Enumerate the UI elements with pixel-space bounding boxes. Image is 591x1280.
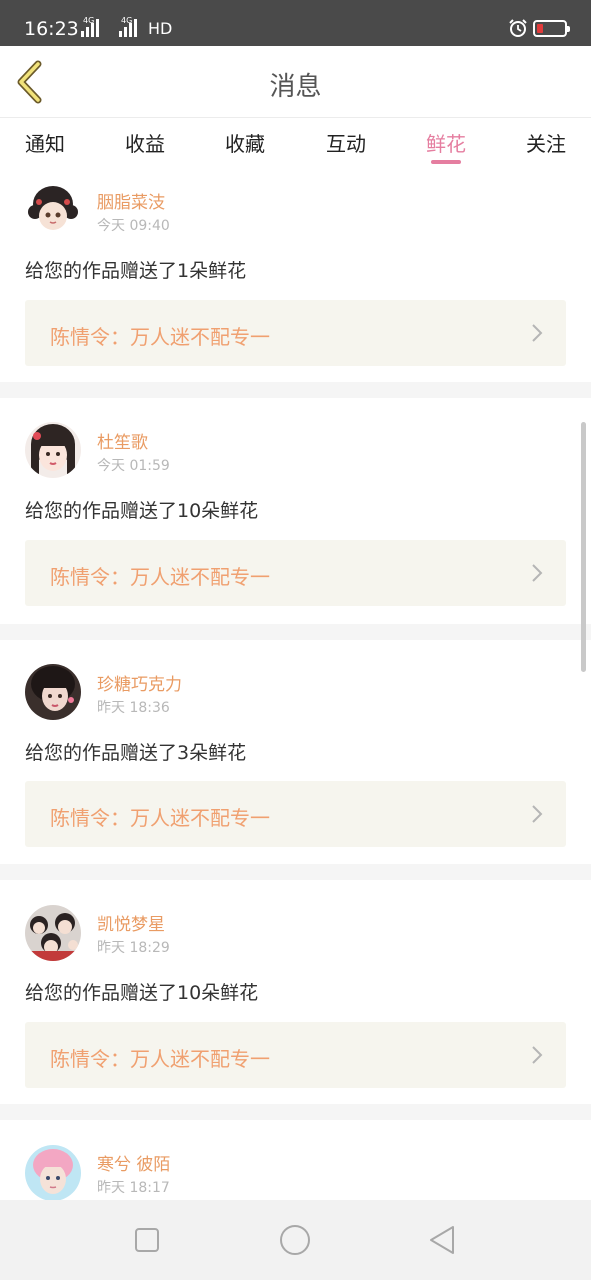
message-text: 给您的作品赠送了3朵鲜花 bbox=[25, 742, 247, 764]
list-item: 胭脂菜汥 今天 09:40 给您的作品赠送了1朵鲜花 陈情令：万人迷不配专一 bbox=[0, 174, 591, 382]
battery-low-icon bbox=[533, 20, 570, 37]
square-icon[interactable] bbox=[131, 1224, 163, 1256]
avatar[interactable] bbox=[25, 422, 81, 478]
circle-icon[interactable] bbox=[279, 1224, 311, 1256]
username[interactable]: 杜笙歌 bbox=[97, 428, 148, 453]
work-title: 陈情令：万人迷不配专一 bbox=[50, 325, 270, 349]
tab-bar: 通知 收益 收藏 互动 鲜花 关注 bbox=[0, 118, 591, 174]
chevron-right-icon bbox=[532, 564, 543, 582]
list-item: 杜笙歌 今天 01:59 给您的作品赠送了10朵鲜花 陈情令：万人迷不配专一 bbox=[0, 398, 591, 624]
username[interactable]: 寒兮 彼陌 bbox=[97, 1150, 170, 1175]
timestamp: 昨天 18:17 bbox=[97, 1180, 170, 1196]
signal-icon-2 bbox=[119, 19, 137, 37]
timestamp: 昨天 18:29 bbox=[97, 940, 170, 956]
timestamp: 昨天 18:36 bbox=[97, 700, 170, 716]
timestamp: 今天 09:40 bbox=[97, 218, 170, 234]
username[interactable]: 凯悦梦星 bbox=[97, 910, 165, 935]
scrollbar[interactable] bbox=[581, 422, 586, 672]
work-link[interactable]: 陈情令：万人迷不配专一 bbox=[25, 300, 566, 366]
header: 消息 bbox=[0, 46, 591, 118]
status-time: 16:23 bbox=[24, 18, 79, 40]
chevron-right-icon bbox=[532, 805, 543, 823]
timestamp: 今天 01:59 bbox=[97, 458, 170, 474]
divider bbox=[0, 1104, 591, 1120]
status-bar: 16:23 4G 4G HD bbox=[0, 0, 591, 46]
chevron-right-icon bbox=[532, 1046, 543, 1064]
signal-icon-1 bbox=[81, 19, 99, 37]
list-item: 凯悦梦星 昨天 18:29 给您的作品赠送了10朵鲜花 陈情令：万人迷不配专一 bbox=[0, 880, 591, 1104]
work-title: 陈情令：万人迷不配专一 bbox=[50, 806, 270, 830]
chevron-right-icon bbox=[532, 324, 543, 342]
hd-indicator: HD bbox=[148, 19, 173, 38]
divider bbox=[0, 382, 591, 398]
avatar[interactable] bbox=[25, 1145, 81, 1200]
message-text: 给您的作品赠送了10朵鲜花 bbox=[25, 500, 259, 522]
avatar[interactable] bbox=[25, 905, 81, 961]
tab-favorites[interactable]: 收藏 bbox=[215, 128, 275, 157]
divider bbox=[0, 864, 591, 880]
system-nav-bar bbox=[0, 1200, 591, 1280]
work-link[interactable]: 陈情令：万人迷不配专一 bbox=[25, 540, 566, 606]
triangle-back-icon[interactable] bbox=[427, 1224, 459, 1256]
work-link[interactable]: 陈情令：万人迷不配专一 bbox=[25, 781, 566, 847]
tab-flowers[interactable]: 鲜花 bbox=[416, 128, 476, 157]
alarm-icon bbox=[509, 19, 527, 37]
work-link[interactable]: 陈情令：万人迷不配专一 bbox=[25, 1022, 566, 1088]
work-title: 陈情令：万人迷不配专一 bbox=[50, 1047, 270, 1071]
avatar[interactable] bbox=[25, 664, 81, 720]
list-item: 寒兮 彼陌 昨天 18:17 bbox=[0, 1120, 591, 1200]
list-item: 珍糖巧克力 昨天 18:36 给您的作品赠送了3朵鲜花 陈情令：万人迷不配专一 bbox=[0, 640, 591, 864]
tab-interaction[interactable]: 互动 bbox=[316, 128, 376, 157]
message-text: 给您的作品赠送了1朵鲜花 bbox=[25, 260, 247, 282]
work-title: 陈情令：万人迷不配专一 bbox=[50, 565, 270, 589]
avatar[interactable] bbox=[25, 182, 81, 238]
username[interactable]: 珍糖巧克力 bbox=[97, 670, 182, 695]
message-text: 给您的作品赠送了10朵鲜花 bbox=[25, 982, 259, 1004]
notification-list[interactable]: 胭脂菜汥 今天 09:40 给您的作品赠送了1朵鲜花 陈情令：万人迷不配专一 杜… bbox=[0, 174, 591, 1200]
username[interactable]: 胭脂菜汥 bbox=[97, 188, 165, 213]
tab-earnings[interactable]: 收益 bbox=[115, 128, 175, 157]
page-title: 消息 bbox=[269, 72, 322, 102]
divider bbox=[0, 624, 591, 640]
active-tab-indicator bbox=[431, 160, 461, 164]
tab-follow[interactable]: 关注 bbox=[516, 128, 576, 157]
tab-notice[interactable]: 通知 bbox=[15, 128, 75, 157]
